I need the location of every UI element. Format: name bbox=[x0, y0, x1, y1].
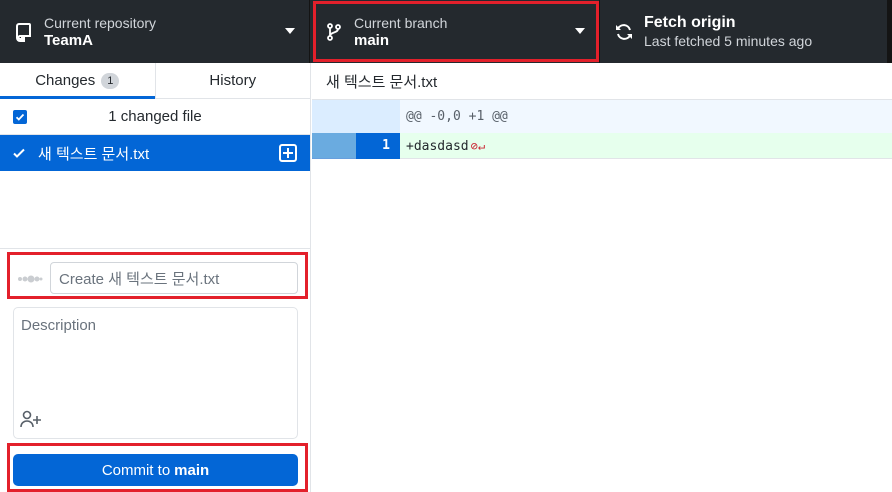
hunk-gutter bbox=[312, 100, 400, 133]
diff-line-text: +dasdasd bbox=[406, 139, 469, 154]
tab-changes[interactable]: Changes 1 bbox=[0, 63, 155, 99]
diff-hunk-header: @@ -0,0 +1 @@ bbox=[312, 100, 892, 133]
app-toolbar: Current repository TeamA Current branch … bbox=[0, 0, 892, 63]
caret-down-icon bbox=[575, 28, 585, 34]
repository-selector[interactable]: Current repository TeamA bbox=[0, 0, 310, 63]
sidebar-tabs: Changes 1 History bbox=[0, 63, 310, 99]
commit-summary-input[interactable]: Create 새 텍스트 문서.txt bbox=[50, 262, 298, 294]
hunk-header-text: @@ -0,0 +1 @@ bbox=[406, 109, 508, 124]
file-added-icon bbox=[279, 144, 297, 162]
repository-name: TeamA bbox=[44, 31, 93, 49]
fetch-label: Fetch origin bbox=[644, 13, 736, 31]
fetch-origin-button[interactable]: Fetch origin Last fetched 5 minutes ago bbox=[600, 0, 880, 63]
changes-count-badge: 1 bbox=[101, 72, 120, 89]
commit-button-label: Commit to bbox=[101, 461, 171, 479]
diff-file-title: 새 텍스트 문서.txt bbox=[312, 63, 892, 100]
commit-button[interactable]: Commit to main bbox=[13, 454, 298, 486]
changes-list-header: 1 changed file bbox=[0, 99, 310, 135]
branch-selector[interactable]: Current branch main bbox=[310, 0, 600, 63]
old-line-number bbox=[312, 133, 356, 159]
changed-file-name: 새 텍스트 문서.txt bbox=[38, 145, 150, 163]
diff-line-content: +dasdasd ⊘↵ bbox=[406, 139, 485, 154]
tab-changes-label: Changes bbox=[35, 72, 96, 89]
add-coauthor-icon[interactable] bbox=[20, 410, 42, 431]
git-branch-icon bbox=[314, 22, 354, 41]
tab-history[interactable]: History bbox=[154, 63, 311, 98]
avatar bbox=[18, 275, 43, 283]
branch-name: main bbox=[354, 31, 390, 49]
sync-icon bbox=[604, 22, 644, 42]
description-placeholder: Description bbox=[21, 317, 97, 334]
branch-label: Current branch bbox=[354, 14, 448, 31]
commit-button-branch: main bbox=[174, 461, 210, 479]
commit-message-panel: Create 새 텍스트 문서.txt Description Commit t… bbox=[0, 248, 310, 492]
new-line-number: 1 bbox=[356, 133, 400, 159]
diff-added-line[interactable]: 1 +dasdasd ⊘↵ bbox=[312, 133, 892, 159]
select-all-checkbox[interactable] bbox=[13, 110, 27, 124]
commit-description-field[interactable]: Description bbox=[13, 307, 298, 439]
changes-sidebar: Changes 1 History 1 changed file 새 텍스트 문… bbox=[0, 63, 311, 492]
changed-file-row[interactable]: 새 텍스트 문서.txt bbox=[0, 135, 310, 171]
repository-icon bbox=[4, 22, 44, 42]
caret-down-icon bbox=[285, 28, 295, 34]
tab-history-label: History bbox=[209, 72, 257, 89]
no-newline-icon: ⊘↵ bbox=[470, 139, 486, 153]
file-include-checkbox[interactable] bbox=[12, 146, 26, 163]
repository-label: Current repository bbox=[44, 14, 157, 31]
changed-files-count: 1 changed file bbox=[108, 108, 202, 125]
last-fetched-text: Last fetched 5 minutes ago bbox=[644, 32, 813, 49]
toolbar-edge bbox=[887, 0, 892, 63]
